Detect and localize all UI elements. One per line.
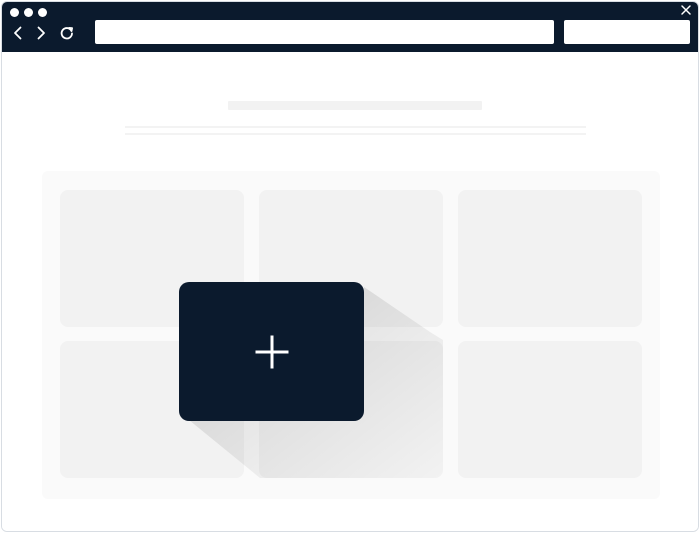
window-control-dot[interactable] — [24, 8, 33, 17]
reload-icon[interactable] — [59, 25, 75, 41]
close-icon[interactable] — [680, 4, 692, 16]
placeholder-line — [125, 126, 586, 128]
add-button[interactable] — [179, 282, 364, 421]
plus-icon — [255, 335, 288, 368]
title-bar — [2, 2, 698, 52]
window-control-dot[interactable] — [38, 8, 47, 17]
browser-window — [1, 1, 699, 532]
window-control-dot[interactable] — [10, 8, 19, 17]
placeholder-title-bar — [228, 101, 482, 110]
placeholder-card — [458, 190, 642, 327]
forward-icon[interactable] — [33, 25, 49, 41]
window-controls — [10, 8, 47, 17]
placeholder-card — [458, 341, 642, 478]
placeholder-line — [125, 133, 586, 135]
back-icon[interactable] — [10, 25, 26, 41]
secondary-address-input[interactable] — [564, 20, 690, 44]
address-bar-input[interactable] — [95, 20, 554, 44]
